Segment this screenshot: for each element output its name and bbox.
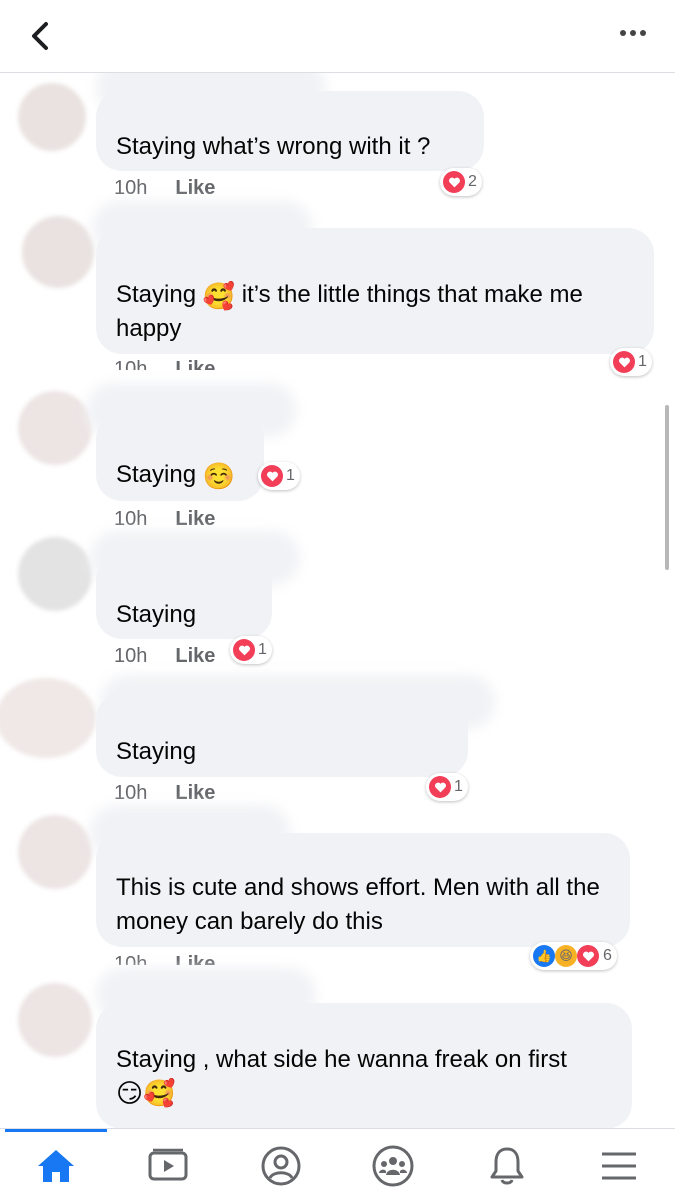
comment-meta: 10h Like [114,508,215,531]
comment-text: Staying , what side he wanna freak on fi… [116,1046,567,1073]
top-bar [0,0,675,73]
comment-meta: 10h Like [114,645,215,668]
avatar[interactable] [18,983,92,1057]
comment-emoji-line: 😏🥰 [116,1079,176,1109]
chevron-left-icon [32,22,48,50]
nav-profile[interactable] [258,1143,304,1189]
groups-icon [372,1145,414,1187]
comment-time: 10h [114,358,148,370]
love-reaction-icon [577,945,599,967]
avatar[interactable] [18,83,86,151]
reaction-count: 2 [468,173,477,190]
love-reaction-icon [261,465,283,487]
love-reaction-icon [233,639,255,661]
comment-text-start: Staying [116,461,203,488]
watch-icon [148,1148,188,1181]
love-reaction-icon [429,776,451,798]
smiling-hearts-emoji: 🥰 [202,282,236,312]
reaction-summary[interactable]: 1 [230,636,272,664]
comment-bubble[interactable]: Staying [96,555,272,639]
comment-text-start: Staying [116,281,197,308]
reaction-count: 1 [454,778,463,795]
menu-icon [602,1152,636,1180]
active-tab-indicator [5,1129,107,1132]
comment-bubble[interactable]: Staying ☺️ [96,413,264,501]
comment-text: Staying 🥰 it’s the little things that ma… [116,278,634,346]
like-button[interactable]: Like [175,782,215,805]
bottom-nav [0,1128,675,1201]
comment-text: Staying ☺️ [116,458,244,492]
comment-time: 10h [114,953,148,965]
comment-bubble[interactable]: Staying 🥰 it’s the little things that ma… [96,228,654,354]
nav-watch[interactable] [145,1143,191,1189]
comment-time: 10h [114,508,148,530]
comment-bubble[interactable]: This is cute and shows effort. Men with … [96,833,630,947]
comment-bubble[interactable]: Staying [96,693,468,777]
comment-meta: 10h Like [114,177,215,200]
reaction-summary[interactable]: 1 [258,462,300,490]
comment-text: This is cute and shows effort. Men with … [116,874,600,935]
reaction-count: 1 [638,353,647,370]
like-button[interactable]: Like [175,508,215,531]
comment-meta: 10h Like [114,358,215,370]
more-dot [640,30,646,36]
comment-text: Staying [116,738,197,765]
nav-groups[interactable] [370,1143,416,1189]
avatar[interactable] [22,216,94,288]
avatar[interactable] [18,391,92,465]
comment-meta: 10h Like [114,953,215,965]
like-reaction-icon: 👍 [533,945,555,967]
reaction-count: 1 [258,641,267,658]
nav-home[interactable] [33,1143,79,1189]
more-options-button[interactable] [613,18,653,48]
avatar[interactable] [18,815,92,889]
nav-notifications[interactable] [484,1143,530,1189]
love-reaction-icon [443,171,465,193]
reaction-summary[interactable]: 1 [610,348,652,376]
comment-meta: 10h Like [114,782,215,805]
avatar[interactable] [18,537,92,611]
comment-time: 10h [114,782,148,804]
more-dot [630,30,636,36]
like-button[interactable]: Like [175,358,215,370]
comment-time: 10h [114,645,148,667]
comment-time: 10h [114,177,148,199]
comment-bubble[interactable]: Staying what’s wrong with it ? [96,91,484,171]
reaction-count: 1 [286,467,295,484]
love-reaction-icon [613,351,635,373]
more-dot [620,30,626,36]
comments-list: Staying what’s wrong with it ? 10h Like … [0,73,675,1128]
smiling-face-emoji: ☺️ [202,462,236,492]
avatar[interactable] [0,678,96,758]
back-button[interactable] [22,18,58,54]
like-button[interactable]: Like [175,177,215,200]
scrollbar[interactable] [665,405,669,570]
reaction-summary[interactable]: 2 [440,168,482,196]
comment-text: Staying what’s wrong with it ? [116,133,431,160]
reaction-summary[interactable]: 👍 😆 6 [530,942,617,970]
reaction-count: 6 [603,947,612,964]
haha-reaction-icon: 😆 [555,945,577,967]
comment-text: Staying [116,601,197,628]
notifications-icon [490,1147,524,1185]
reaction-summary[interactable]: 1 [426,773,468,801]
nav-menu[interactable] [596,1143,642,1189]
comment-bubble[interactable]: Staying , what side he wanna freak on fi… [96,1003,632,1128]
like-button[interactable]: Like [175,953,215,965]
home-icon [38,1150,74,1182]
like-button[interactable]: Like [175,645,215,668]
profile-icon [261,1146,301,1186]
